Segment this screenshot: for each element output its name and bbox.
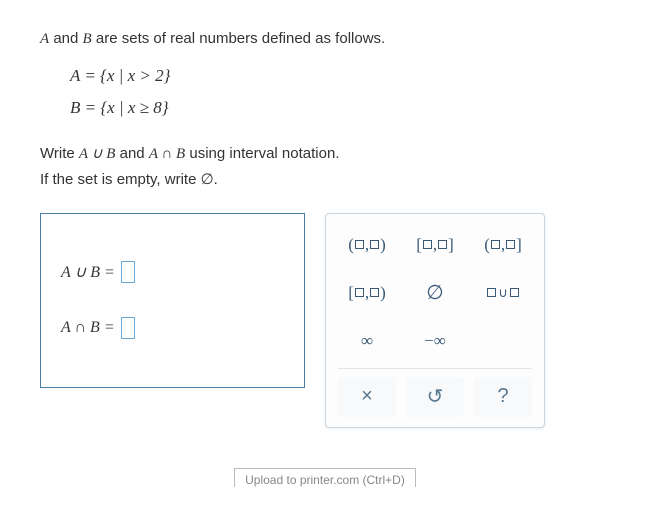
footer: Upload to printer.com (Ctrl+D) — [40, 468, 610, 487]
union-input[interactable] — [121, 261, 135, 283]
instr-mid: and — [115, 145, 148, 162]
instructions: Write A ∪ B and A ∩ B using interval not… — [40, 141, 610, 193]
work-area: A ∪ B = A ∩ B = (,) [,] (,] [,) ∅ ∪ ∞ −∞ — [40, 213, 610, 428]
set-a-name: A — [40, 31, 49, 47]
reset-icon: ↺ — [427, 384, 444, 409]
instr-union: A ∪ B — [79, 146, 116, 162]
definition-b: B = {x | x ≥ 8} — [70, 92, 610, 124]
interval-closed-closed-button[interactable]: [,] — [406, 224, 464, 266]
instr-post: using interval notation. — [185, 145, 339, 162]
neg-infinity-button[interactable]: −∞ — [406, 320, 464, 362]
definition-a: A = {x | x > 2} — [70, 60, 610, 92]
answer-row-intersection: A ∩ B = — [61, 317, 284, 339]
union-template-button[interactable]: ∪ — [474, 272, 532, 314]
infinity-button[interactable]: ∞ — [338, 320, 396, 362]
union-label: A ∪ B = — [61, 262, 115, 282]
intro-and: and — [49, 30, 82, 47]
close-icon: × — [361, 385, 373, 408]
instr-inter: A ∩ B — [149, 146, 185, 162]
help-button[interactable]: ? — [474, 377, 532, 417]
help-icon: ? — [497, 385, 508, 408]
symbol-palette: (,) [,] (,] [,) ∅ ∪ ∞ −∞ × ↺ ? — [325, 213, 545, 428]
instr-pre: Write — [40, 145, 79, 162]
set-definitions: A = {x | x > 2} B = {x | x ≥ 8} — [70, 60, 610, 125]
intro-suffix: are sets of real numbers defined as foll… — [92, 30, 385, 47]
empty-set-button[interactable]: ∅ — [406, 272, 464, 314]
answer-row-union: A ∪ B = — [61, 261, 284, 283]
clear-button[interactable]: × — [338, 377, 396, 417]
interval-closed-open-button[interactable]: [,) — [338, 272, 396, 314]
reset-button[interactable]: ↺ — [406, 377, 464, 417]
answer-box: A ∪ B = A ∩ B = — [40, 213, 305, 388]
footer-text: Upload to printer.com (Ctrl+D) — [234, 468, 416, 487]
instr-line2: If the set is empty, write ∅. — [40, 167, 610, 193]
inter-input[interactable] — [121, 317, 135, 339]
interval-open-open-button[interactable]: (,) — [338, 224, 396, 266]
set-b-name: B — [83, 31, 92, 47]
interval-open-closed-button[interactable]: (,] — [474, 224, 532, 266]
problem-intro: A and B are sets of real numbers defined… — [40, 30, 610, 48]
inter-label: A ∩ B = — [61, 319, 115, 337]
